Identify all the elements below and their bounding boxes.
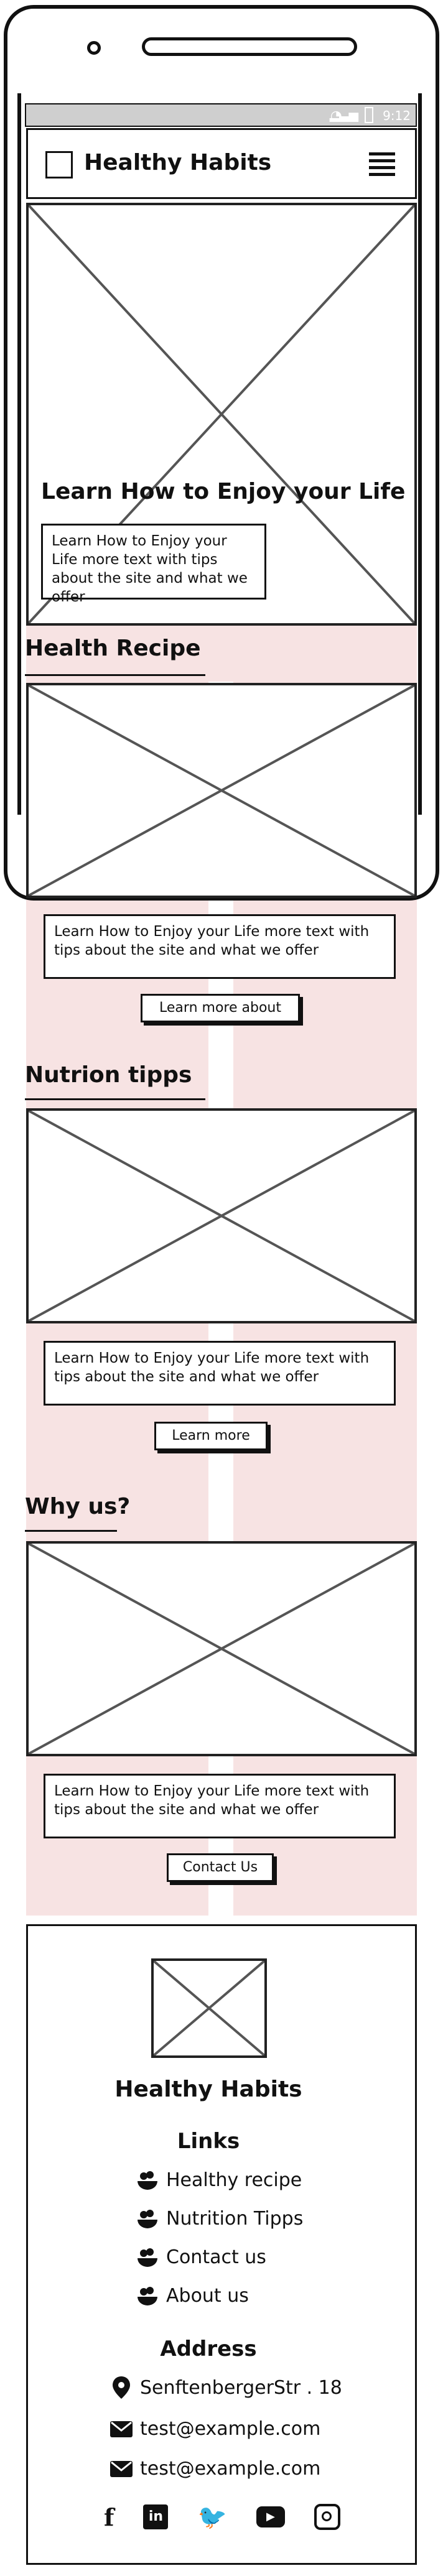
salad-bowl-icon	[135, 2167, 160, 2192]
salad-bowl-icon	[135, 2283, 160, 2308]
footer-link-healthy-recipe[interactable]: Healthy recipe	[135, 2167, 302, 2192]
image-placeholder-icon	[29, 1111, 414, 1321]
footer-links-title: Links	[177, 2129, 240, 2154]
logo-placeholder[interactable]	[45, 151, 73, 178]
status-time: 9:12	[383, 108, 411, 123]
contact-us-button[interactable]: Contact Us	[167, 1853, 274, 1882]
image-placeholder-icon	[29, 1544, 414, 1754]
image-placeholder-icon	[29, 685, 414, 896]
app-header: Healthy Habits	[26, 128, 417, 199]
section-title-underline	[25, 1530, 117, 1532]
section-title-why-us: Why us?	[25, 1494, 131, 1519]
location-pin-icon	[109, 2375, 134, 2400]
email-icon	[109, 2456, 134, 2481]
hamburger-menu-icon[interactable]	[369, 152, 395, 177]
footer-link-contact-us[interactable]: Contact us	[135, 2245, 266, 2269]
phone-camera	[87, 41, 101, 55]
footer: Healthy Habits Links Healthy recipe Nutr…	[26, 1924, 417, 2565]
why-us-text: Learn How to Enjoy your Life more text w…	[44, 1774, 396, 1838]
battery-icon	[365, 107, 373, 123]
health-recipe-text: Learn How to Enjoy your Life more text w…	[44, 914, 396, 979]
phone-screen-left-edge	[17, 93, 21, 815]
instagram-icon[interactable]	[314, 2504, 340, 2530]
why-us-image	[26, 1541, 417, 1756]
image-placeholder-icon	[154, 1961, 264, 2055]
phone-screen-right-edge	[418, 93, 422, 815]
brand-title[interactable]: Healthy Habits	[84, 150, 271, 175]
footer-link-about-us[interactable]: About us	[135, 2283, 249, 2308]
footer-email-2[interactable]: test@example.com	[109, 2456, 320, 2481]
salad-bowl-icon	[135, 2206, 160, 2231]
learn-more-about-button[interactable]: Learn more about	[141, 994, 300, 1022]
twitter-icon[interactable]: 🐦	[198, 2503, 227, 2531]
learn-more-button[interactable]: Learn more	[154, 1422, 268, 1450]
email-icon	[109, 2416, 134, 2441]
youtube-icon[interactable]: ▶	[256, 2506, 285, 2527]
signal-icon: ▂▃▅	[329, 107, 358, 122]
footer-link-nutrition-tipps[interactable]: Nutrition Tipps	[135, 2206, 303, 2231]
social-icons: f in 🐦 ▶	[104, 2502, 340, 2532]
footer-brand: Healthy Habits	[114, 2077, 302, 2102]
phone-speaker	[142, 37, 357, 56]
hero-text: Learn How to Enjoy your Life more text w…	[41, 524, 266, 605]
footer-email-1[interactable]: test@example.com	[109, 2416, 320, 2441]
footer-address-title: Address	[160, 2337, 257, 2361]
status-bar: ◔ ▂▃▅ 9:12	[25, 103, 417, 127]
section-title-underline	[25, 674, 205, 676]
footer-logo	[151, 1958, 267, 2058]
salad-bowl-icon	[135, 2245, 160, 2269]
footer-address: SenftenbergerStr . 18	[109, 2375, 342, 2400]
section-title-underline	[25, 1098, 205, 1100]
nutrion-tipps-text: Learn How to Enjoy your Life more text w…	[44, 1341, 396, 1406]
health-recipe-image	[26, 683, 417, 898]
linkedin-icon[interactable]: in	[143, 2504, 169, 2529]
hero-title: Learn How to Enjoy your Life	[41, 479, 406, 504]
section-title-nutrion-tipps: Nutrion tipps	[25, 1062, 192, 1088]
facebook-icon[interactable]: f	[104, 2503, 114, 2531]
nutrion-tipps-image	[26, 1108, 417, 1323]
section-title-health-recipe: Health Recipe	[25, 636, 201, 661]
